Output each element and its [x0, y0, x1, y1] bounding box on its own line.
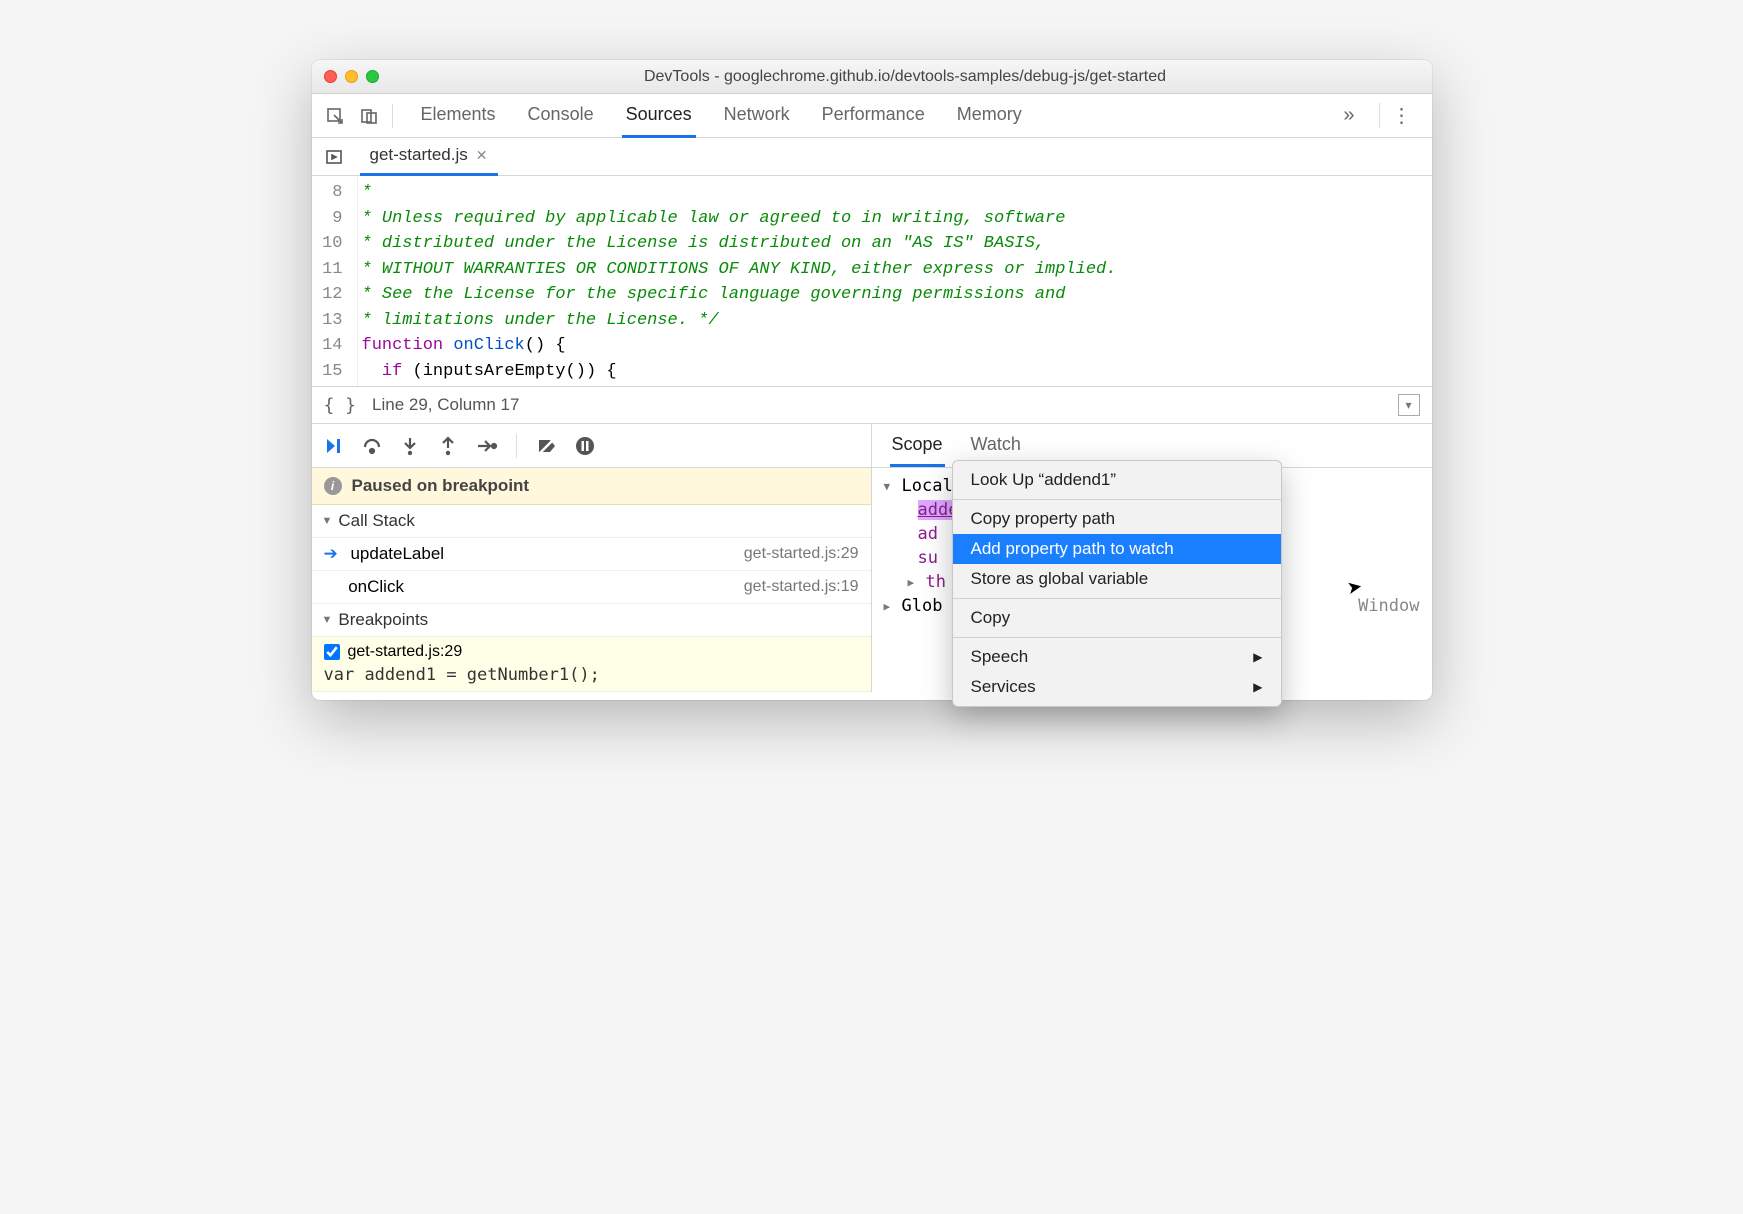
debugger-left-panel: i Paused on breakpoint ▼ Call Stack ➔ up…: [312, 424, 872, 692]
breakpoint-checkbox[interactable]: [324, 644, 340, 660]
editor-statusbar: { } Line 29, Column 17 ▾: [312, 386, 1432, 424]
disclosure-triangle-icon: ▶: [884, 600, 896, 613]
scope-global-type: Window: [1358, 596, 1419, 616]
file-tab-get-started[interactable]: get-started.js ✕: [360, 137, 498, 176]
menu-separator: [953, 598, 1281, 599]
breakpoint-item[interactable]: get-started.js:29var addend1 = getNumber…: [312, 637, 871, 692]
tab-performance[interactable]: Performance: [818, 94, 929, 138]
close-file-icon[interactable]: ✕: [476, 147, 488, 164]
maximize-icon[interactable]: [366, 70, 379, 83]
window-controls: [324, 70, 379, 83]
call-stack-header[interactable]: ▼ Call Stack: [312, 505, 871, 538]
menu-copy-property-path[interactable]: Copy property path: [953, 504, 1281, 534]
breakpoints-header[interactable]: ▼ Breakpoints: [312, 604, 871, 637]
submenu-arrow-icon: ▶: [1253, 680, 1262, 694]
disclosure-triangle-icon: ▼: [322, 515, 333, 527]
call-stack-frame[interactable]: onClickget-started.js:19: [312, 571, 871, 604]
file-tab-strip: get-started.js ✕: [312, 138, 1432, 176]
code-content: * * Unless required by applicable law or…: [358, 176, 1117, 386]
call-stack-label: Call Stack: [338, 511, 415, 531]
step-icon[interactable]: [472, 432, 500, 460]
code-editor[interactable]: 8910111213141516 * * Unless required by …: [312, 176, 1432, 386]
minimize-icon[interactable]: [345, 70, 358, 83]
info-icon: i: [324, 477, 342, 495]
toolbar-separator: [516, 434, 517, 458]
toolbar-divider: [392, 104, 393, 128]
disclosure-triangle-icon: ▼: [884, 480, 896, 493]
disclosure-triangle-icon: ▼: [322, 614, 333, 626]
deactivate-breakpoints-icon[interactable]: [533, 432, 561, 460]
scope-global-label: Glob: [902, 596, 943, 616]
breakpoints-label: Breakpoints: [338, 610, 428, 630]
step-out-icon[interactable]: [434, 432, 462, 460]
tab-console[interactable]: Console: [524, 94, 598, 138]
call-stack-list: ➔ updateLabelget-started.js:29 onClickge…: [312, 538, 871, 604]
panel-tabs: Elements Console Sources Network Perform…: [417, 94, 1328, 138]
tab-scope[interactable]: Scope: [890, 425, 945, 467]
call-stack-frame[interactable]: ➔ updateLabelget-started.js:29: [312, 538, 871, 571]
pause-on-exceptions-icon[interactable]: [571, 432, 599, 460]
pause-banner: i Paused on breakpoint: [312, 468, 871, 505]
pause-message: Paused on breakpoint: [352, 476, 530, 496]
menu-services[interactable]: Services▶: [953, 672, 1281, 702]
tab-network[interactable]: Network: [720, 94, 794, 138]
menu-speech[interactable]: Speech▶: [953, 642, 1281, 672]
tab-elements[interactable]: Elements: [417, 94, 500, 138]
more-tabs-icon[interactable]: »: [1331, 104, 1366, 127]
menu-separator: [953, 637, 1281, 638]
debugger-right-panel: Scope Watch ▼ Local addend1adsu▶th ▶ Glo…: [872, 424, 1432, 692]
show-navigator-icon[interactable]: [320, 148, 348, 166]
devtools-window: DevTools - googlechrome.github.io/devtoo…: [312, 60, 1432, 700]
titlebar: DevTools - googlechrome.github.io/devtoo…: [312, 60, 1432, 94]
cursor-position: Line 29, Column 17: [372, 395, 519, 415]
step-into-icon[interactable]: [396, 432, 424, 460]
inspect-element-icon[interactable]: [320, 101, 350, 131]
file-tab-label: get-started.js: [370, 145, 468, 165]
menu-separator: [953, 499, 1281, 500]
mouse-cursor-icon: ➤: [1345, 576, 1364, 599]
line-gutter: 8910111213141516: [312, 176, 358, 386]
menu-add-to-watch[interactable]: Add property path to watch: [953, 534, 1281, 564]
device-toggle-icon[interactable]: [354, 101, 384, 131]
submenu-arrow-icon: ▶: [1253, 650, 1262, 664]
settings-menu-icon[interactable]: ⋮: [1379, 103, 1424, 128]
resume-icon[interactable]: [320, 432, 348, 460]
close-icon[interactable]: [324, 70, 337, 83]
expand-icon[interactable]: ▾: [1398, 394, 1420, 416]
pretty-print-icon[interactable]: { }: [324, 395, 357, 416]
menu-look-up[interactable]: Look Up “addend1”: [953, 465, 1281, 495]
menu-copy[interactable]: Copy: [953, 603, 1281, 633]
context-menu: Look Up “addend1” Copy property path Add…: [952, 460, 1282, 707]
scope-local-label: Local: [902, 476, 953, 496]
tab-memory[interactable]: Memory: [953, 94, 1026, 138]
breakpoints-list: get-started.js:29var addend1 = getNumber…: [312, 637, 871, 692]
menu-store-global[interactable]: Store as global variable: [953, 564, 1281, 594]
debugger-toolbar: [312, 424, 871, 468]
main-toolbar: Elements Console Sources Network Perform…: [312, 94, 1432, 138]
window-title: DevTools - googlechrome.github.io/devtoo…: [391, 68, 1420, 86]
tab-sources[interactable]: Sources: [622, 94, 696, 138]
debugger-panels: i Paused on breakpoint ▼ Call Stack ➔ up…: [312, 424, 1432, 692]
step-over-icon[interactable]: [358, 432, 386, 460]
